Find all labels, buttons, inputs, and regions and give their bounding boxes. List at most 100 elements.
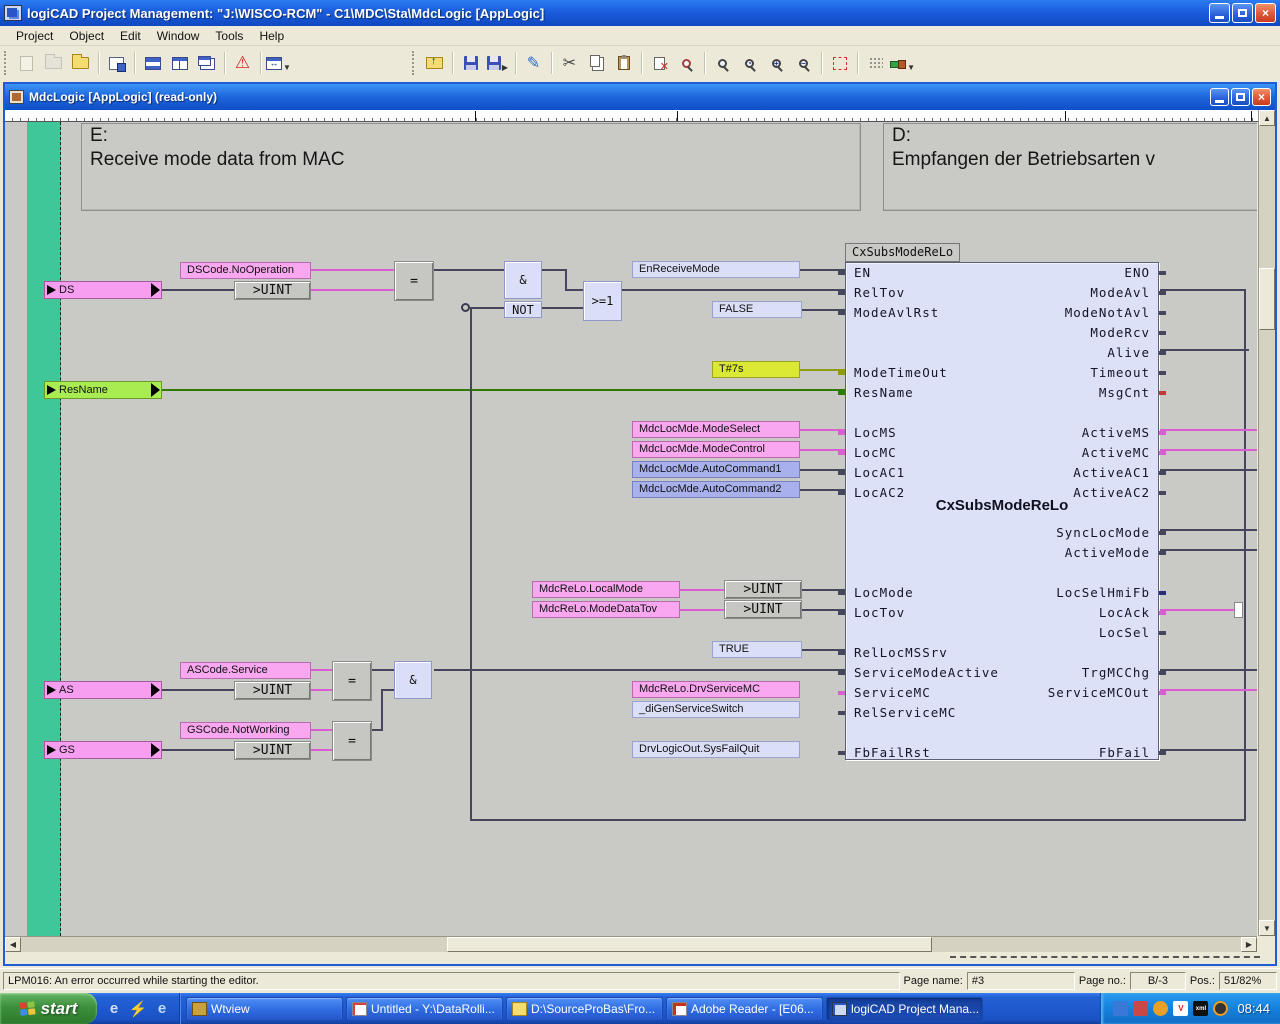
ie-shadow-icon[interactable]: e xyxy=(105,1000,123,1018)
menu-object[interactable]: Object xyxy=(61,27,112,45)
operand-localmode[interactable]: MdcReLo.LocalMode xyxy=(532,581,680,598)
open-project-button[interactable] xyxy=(67,50,94,76)
and-block[interactable]: & xyxy=(504,261,542,299)
paste-button[interactable] xyxy=(610,50,637,76)
menu-help[interactable]: Help xyxy=(251,27,292,45)
restore-button[interactable] xyxy=(1232,3,1253,23)
folder-up-button[interactable] xyxy=(421,50,448,76)
save-button[interactable] xyxy=(457,50,484,76)
operand-dscode-nooperation[interactable]: DSCode.NoOperation xyxy=(180,262,311,279)
antivirus-icon[interactable]: V xyxy=(1173,1001,1188,1016)
open-button[interactable] xyxy=(40,50,67,76)
convert-uint-block[interactable]: >UINT xyxy=(234,281,311,300)
split-horizontal-button[interactable] xyxy=(139,50,166,76)
save-all-button[interactable]: ▶ xyxy=(484,50,511,76)
convert-uint-block[interactable]: >UINT xyxy=(234,681,311,700)
constant-t7s[interactable]: T#7s xyxy=(712,361,800,378)
power-icon[interactable] xyxy=(1213,1001,1228,1016)
ie-icon[interactable]: e xyxy=(153,1000,171,1018)
menu-tools[interactable]: Tools xyxy=(207,27,251,45)
operand-drvservicemc[interactable]: MdcReLo.DrvServiceMC xyxy=(632,681,800,698)
minimize-button[interactable] xyxy=(1209,3,1230,23)
operand-modecontrol[interactable]: MdcLocMde.ModeControl xyxy=(632,441,800,458)
fb-type-label[interactable]: CxSubsModeReLo xyxy=(845,243,960,262)
horizontal-scrollbar[interactable]: ◀ ▶ xyxy=(5,936,1257,952)
scroll-right-button[interactable]: ▶ xyxy=(1241,937,1257,952)
operand-gscode-notworking[interactable]: GSCode.NotWorking xyxy=(180,722,311,739)
input-connector-as[interactable]: AS xyxy=(44,681,162,699)
comment-box-german[interactable]: D: Empfangen der Betriebsarten v xyxy=(883,123,1257,211)
operand-autocommand2[interactable]: MdcLocMde.AutoCommand2 xyxy=(632,481,800,498)
operand-modeselect[interactable]: MdcLocMde.ModeSelect xyxy=(632,421,800,438)
vertical-scroll-thumb[interactable] xyxy=(1259,268,1275,330)
menu-window[interactable]: Window xyxy=(149,27,208,45)
convert-uint-block[interactable]: >UINT xyxy=(724,580,802,599)
messages-button[interactable]: ⚠ xyxy=(229,50,256,76)
grid-button[interactable] xyxy=(862,50,889,76)
start-button[interactable]: start xyxy=(0,993,97,1024)
zoom-last-button[interactable]: ◔ xyxy=(736,50,763,76)
edit-mode-button[interactable]: ✎ xyxy=(520,50,547,76)
and-block[interactable]: & xyxy=(394,661,432,699)
diagram-canvas[interactable]: E: Receive mode data from MAC D: Empfang… xyxy=(5,122,1257,936)
toolbar-grip-2[interactable] xyxy=(412,51,417,75)
split-vertical-button[interactable] xyxy=(166,50,193,76)
or-block[interactable]: >=1 xyxy=(583,281,622,321)
properties-button[interactable] xyxy=(103,50,130,76)
cascade-button[interactable] xyxy=(193,50,220,76)
fit-view-button[interactable] xyxy=(826,50,853,76)
input-connector-resname[interactable]: ResName xyxy=(44,381,162,399)
connection-mode-button[interactable]: ▼ xyxy=(889,50,916,76)
menu-edit[interactable]: Edit xyxy=(112,27,149,45)
convert-uint-block[interactable]: >UINT xyxy=(724,600,802,619)
scroll-down-button[interactable]: ▼ xyxy=(1259,920,1275,936)
operand-modedatatov[interactable]: MdcReLo.ModeDataTov xyxy=(532,601,680,618)
taskbar-item-untitled[interactable]: Untitled - Y:\DataRolli... xyxy=(346,997,503,1021)
editor-close-button[interactable]: × xyxy=(1252,88,1271,106)
constant-false[interactable]: FALSE xyxy=(712,301,802,318)
menu-project[interactable]: Project xyxy=(8,27,61,45)
operand-enreceivemode[interactable]: EnReceiveMode xyxy=(632,261,800,278)
operand-sysfailquit[interactable]: DrvLogicOut.SysFailQuit xyxy=(632,741,800,758)
zoom-in-button[interactable]: + xyxy=(763,50,790,76)
function-block-cxsubsmoderelo[interactable]: ENENO RelTovModeAvl ModeAvlRstModeNotAvl… xyxy=(845,262,1159,760)
operand-autocommand1[interactable]: MdcLocMde.AutoCommand1 xyxy=(632,461,800,478)
constant-true[interactable]: TRUE xyxy=(712,641,802,658)
vertical-scrollbar[interactable]: ▲ ▼ xyxy=(1258,110,1275,936)
window-arrange-button[interactable]: ↔▼ xyxy=(265,50,292,76)
editor-minimize-button[interactable] xyxy=(1210,88,1229,106)
editor-restore-button[interactable] xyxy=(1231,88,1250,106)
scroll-left-button[interactable]: ◀ xyxy=(5,937,21,952)
media-player-icon[interactable]: ⚡ xyxy=(129,1000,147,1018)
close-button[interactable]: × xyxy=(1255,3,1276,23)
convert-uint-block[interactable]: >UINT xyxy=(234,741,311,760)
operand-digenserviceswitch[interactable]: _diGenServiceSwitch xyxy=(632,701,800,718)
equals-block[interactable]: = xyxy=(332,721,372,761)
horizontal-scroll-thumb[interactable] xyxy=(447,937,932,952)
xml-icon[interactable]: xml xyxy=(1193,1001,1208,1016)
taskbar-item-wtview[interactable]: Wtview xyxy=(186,997,343,1021)
display-icon[interactable] xyxy=(1133,1001,1148,1016)
equals-block[interactable]: = xyxy=(394,261,434,301)
taskbar-item-explorer[interactable]: D:\SourceProBas\Fro... xyxy=(506,997,663,1021)
operand-ascode-service[interactable]: ASCode.Service xyxy=(180,662,311,679)
taskbar-item-logicad[interactable]: logiCAD Project Mana... xyxy=(826,997,983,1021)
scroll-up-button[interactable]: ▲ xyxy=(1259,110,1275,126)
editor-title: MdcLogic [AppLogic] (read-only) xyxy=(29,90,1210,104)
comment-box-english[interactable]: E: Receive mode data from MAC xyxy=(81,123,861,211)
check-button[interactable] xyxy=(673,50,700,76)
cut-button[interactable]: ✂ xyxy=(556,50,583,76)
input-connector-ds[interactable]: DS xyxy=(44,281,162,299)
input-connector-gs[interactable]: GS xyxy=(44,741,162,759)
audio-icon[interactable] xyxy=(1153,1001,1168,1016)
network-icon[interactable] xyxy=(1113,1001,1128,1016)
delete-button[interactable] xyxy=(646,50,673,76)
taskbar-item-adobe-reader[interactable]: Adobe Reader - [E06... xyxy=(666,997,823,1021)
zoom-out-button[interactable]: − xyxy=(790,50,817,76)
copy-button[interactable] xyxy=(583,50,610,76)
toolbar-grip[interactable] xyxy=(4,51,9,75)
not-block[interactable]: NOT xyxy=(504,301,542,318)
zoom-rect-button[interactable] xyxy=(709,50,736,76)
equals-block[interactable]: = xyxy=(332,661,372,701)
new-button[interactable] xyxy=(13,50,40,76)
